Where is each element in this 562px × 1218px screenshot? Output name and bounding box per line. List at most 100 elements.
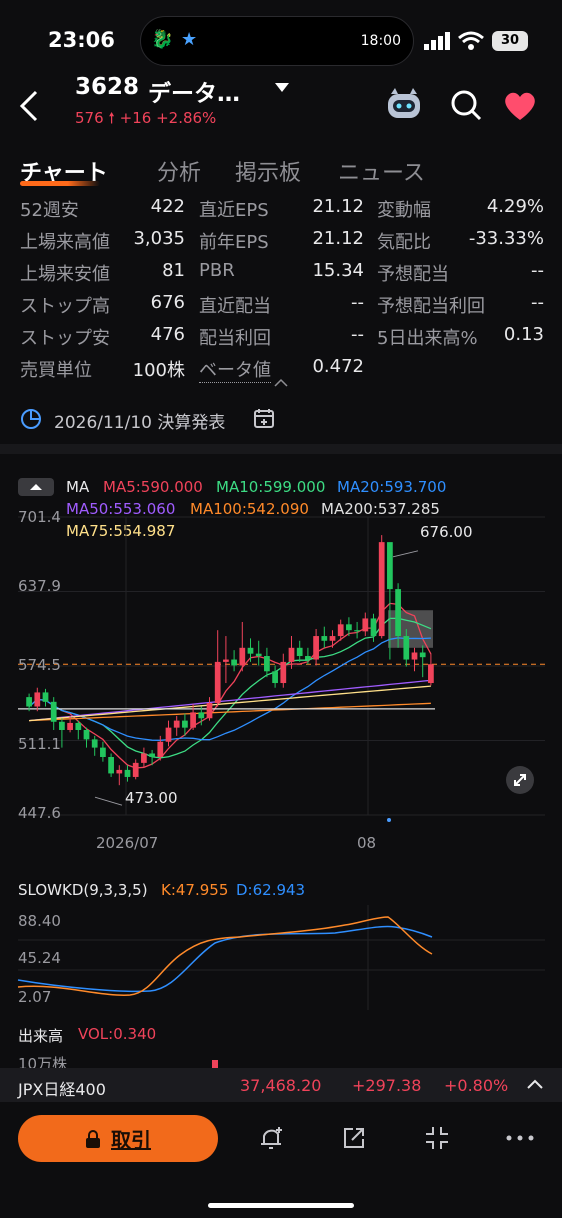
candle-body <box>387 542 393 590</box>
expand-chart-button[interactable] <box>506 766 534 794</box>
stat-label: 気配比 <box>377 232 431 253</box>
battery-icon: 30 <box>492 31 528 51</box>
earnings-date: 2026/11/10 決算発表 <box>54 413 226 433</box>
candle-body <box>313 636 319 660</box>
high-marker-label: 676.00 <box>420 523 473 541</box>
candle-body <box>42 692 49 702</box>
pie-clock-icon <box>21 409 41 429</box>
candle-body <box>157 741 164 757</box>
candle-body <box>280 661 287 684</box>
slowkd-k: K:47.955 <box>161 881 229 899</box>
island-time: 18:00 <box>360 33 401 49</box>
more-icon[interactable] <box>506 1135 534 1141</box>
stat-label: ストップ安 <box>20 328 110 349</box>
candle-body <box>321 636 328 641</box>
chart-collapse-button[interactable] <box>18 478 54 496</box>
kd-y-label: 88.40 <box>18 912 61 930</box>
candle-body <box>190 712 196 728</box>
y-axis-label: 511.1 <box>18 735 61 753</box>
ma5-value: MA5:590.000 <box>103 478 203 496</box>
tab-analysis[interactable]: 分析 <box>157 155 201 187</box>
ma-label[interactable]: MA <box>66 478 89 496</box>
stat-label: PBR <box>199 260 235 281</box>
candle-body <box>100 747 106 757</box>
ma20-line <box>28 637 431 741</box>
price-change: +16 <box>119 109 152 127</box>
price-change-pct: +2.86% <box>156 109 217 127</box>
stock-name[interactable]: データ… <box>148 74 240 108</box>
home-indicator <box>208 1203 354 1208</box>
candle-body <box>91 739 98 748</box>
candle-body <box>419 652 426 658</box>
stat-label: 5日出来高% <box>377 328 478 349</box>
dynamic-island: 🐉 ★ 18:00 <box>140 16 414 66</box>
share-icon[interactable] <box>341 1125 367 1151</box>
stat-value: 0.13 <box>503 324 544 345</box>
slowkd-d: D:62.943 <box>236 881 306 899</box>
dropdown-icon[interactable] <box>275 83 289 93</box>
fullscreen-icon[interactable] <box>424 1125 450 1151</box>
star-icon: ★ <box>181 29 198 50</box>
candle-body <box>346 624 352 631</box>
candle-body <box>223 659 229 662</box>
stat-label: 予想配当 <box>377 264 449 285</box>
index-ticker[interactable]: JPX日経400 37,468.20 +297.38 +0.80% <box>0 1068 562 1102</box>
candle-body <box>264 656 270 672</box>
y-axis-label: 574.5 <box>18 656 61 674</box>
stat-value: 21.12 <box>312 196 364 217</box>
robot-icon[interactable] <box>385 88 423 122</box>
low-marker-line <box>94 796 123 806</box>
status-time: 23:06 <box>48 28 115 52</box>
candle-body <box>378 542 385 637</box>
trade-button[interactable]: 取引 <box>18 1115 218 1162</box>
stat-value: -- <box>531 260 544 281</box>
candle-body <box>337 624 344 637</box>
candle-body <box>411 652 418 660</box>
tab-news[interactable]: ニュース <box>338 155 425 187</box>
volume-bar <box>212 1060 218 1068</box>
candle-body <box>83 729 90 740</box>
candle-body <box>75 722 82 730</box>
signal-icon <box>424 32 450 50</box>
tab-board[interactable]: 掲示板 <box>235 155 301 187</box>
candlestick-chart[interactable] <box>0 500 562 840</box>
collapse-icon[interactable] <box>274 378 288 388</box>
volume-label[interactable]: 出来高 <box>18 1025 63 1046</box>
stat-label: 変動幅 <box>377 200 431 221</box>
search-icon[interactable] <box>450 89 482 121</box>
candle-body <box>296 647 303 657</box>
wifi-icon <box>458 31 484 50</box>
candle-body <box>124 769 131 777</box>
tab-underline <box>20 181 100 186</box>
index-change-pct: +0.80% <box>444 1076 509 1095</box>
stat-label: 直近配当 <box>199 296 271 317</box>
candle-body <box>141 753 147 763</box>
up-arrow-icon: 🠕 <box>108 109 115 127</box>
calendar-add-icon[interactable] <box>253 407 275 431</box>
candle-body <box>198 712 205 719</box>
kd-y-label: 2.07 <box>18 988 52 1006</box>
trade-label: 取引 <box>111 1128 151 1152</box>
stat-label: 予想配当利回 <box>377 296 485 317</box>
alert-bell-add-icon[interactable] <box>258 1124 286 1152</box>
stat-label: 売買単位 <box>20 360 92 381</box>
ma75-line <box>29 685 431 722</box>
candle-body <box>26 697 32 707</box>
candle-body <box>116 769 123 774</box>
index-value: 37,468.20 <box>240 1076 322 1095</box>
price: 576 <box>75 109 104 127</box>
stat-label[interactable]: ベータ値 <box>199 356 271 383</box>
slowkd-label[interactable]: SLOWKD(9,3,3,5) <box>18 881 148 899</box>
candle-body <box>165 727 172 742</box>
stat-value: 676 <box>150 292 185 313</box>
candle-body <box>255 653 262 657</box>
candle-body <box>370 618 377 637</box>
chevron-up-icon[interactable] <box>527 1078 543 1090</box>
stat-value: -- <box>531 292 544 313</box>
stat-label: 上場来安値 <box>20 264 110 285</box>
favorite-heart-icon[interactable] <box>503 91 537 121</box>
stat-value: 15.34 <box>312 260 364 281</box>
y-axis-label: 637.9 <box>18 577 61 595</box>
candle-body <box>247 647 254 654</box>
back-icon[interactable] <box>18 90 40 122</box>
